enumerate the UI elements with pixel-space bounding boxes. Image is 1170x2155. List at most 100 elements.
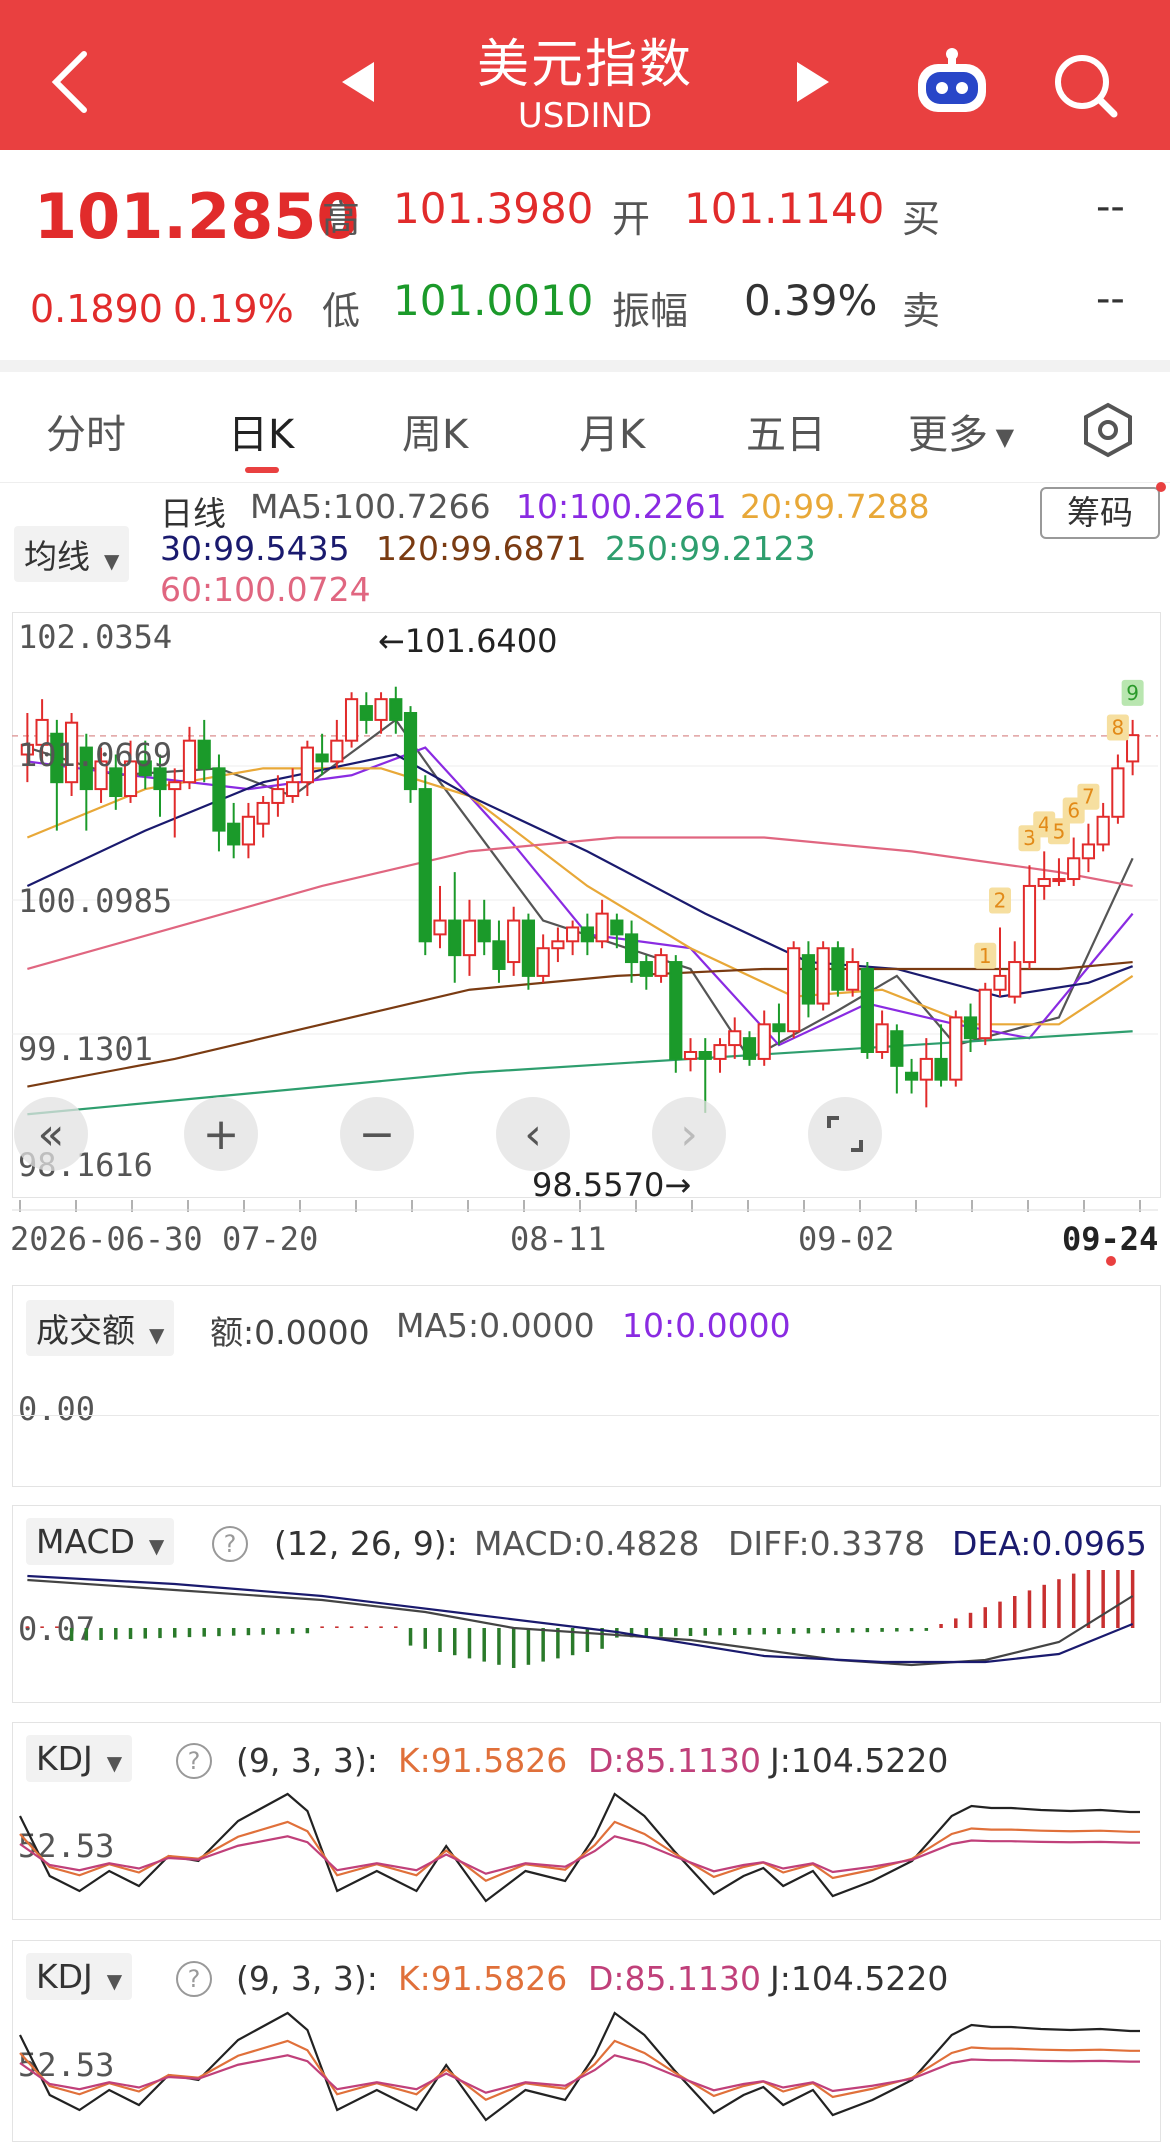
volume-type-dropdown[interactable]: 成交额 ▼ xyxy=(26,1300,175,1356)
macd-help-icon[interactable]: ? xyxy=(212,1526,248,1562)
kdj-chart-2 xyxy=(19,2011,1140,2122)
kdj-help-icon-2[interactable]: ? xyxy=(176,1961,212,1997)
dea-value: DEA:0.0965 xyxy=(952,1524,1147,1563)
candle-body xyxy=(801,954,816,1005)
kdj-j-value-2: J:104.5220 xyxy=(770,1959,949,1998)
candle-body xyxy=(197,739,211,770)
candle-body xyxy=(227,822,241,846)
kdj-k-line xyxy=(19,2039,1140,2102)
amplitude-label: 振幅 xyxy=(612,289,689,333)
fullscreen-icon xyxy=(827,1116,863,1152)
search-icon[interactable] xyxy=(1052,52,1120,124)
ma-line-ma250 xyxy=(27,1030,1133,1116)
candle-body xyxy=(580,926,594,943)
x-axis-label-3: 08-11 xyxy=(510,1220,607,1258)
macd-value: MACD:0.4828 xyxy=(474,1524,700,1563)
kdj-type-dropdown-2[interactable]: KDJ ▼ xyxy=(26,1953,133,2000)
section-divider xyxy=(0,360,1170,372)
candle-body xyxy=(448,919,462,957)
volume-gridline xyxy=(12,1415,1159,1416)
candle-body xyxy=(521,919,536,977)
tab-daily-k[interactable]: 日K xyxy=(228,402,294,460)
dropdown-arrow-icon: ▼ xyxy=(106,1751,123,1775)
next-triangle-icon[interactable] xyxy=(797,62,831,106)
tab-monthly-k[interactable]: 月K xyxy=(579,402,645,460)
candle-body xyxy=(403,711,418,791)
candle-body xyxy=(300,746,314,784)
candle-body xyxy=(1037,878,1051,887)
kdj-chart-1 xyxy=(19,1792,1140,1903)
ma-line-ma20 xyxy=(26,767,1134,1026)
candle-body xyxy=(1008,961,1022,998)
red-dot-badge xyxy=(1156,482,1166,492)
zoom-in-button[interactable]: + xyxy=(184,1097,258,1171)
candle-body xyxy=(890,1030,904,1067)
candle-body xyxy=(934,1057,948,1081)
candle-body xyxy=(846,961,860,991)
kdj-type-dropdown-1[interactable]: KDJ ▼ xyxy=(26,1735,133,1782)
kdj-j-line xyxy=(19,2011,1140,2122)
settings-hexagon-icon[interactable] xyxy=(1080,402,1136,462)
candle-body xyxy=(418,788,432,943)
kdj-help-icon-1[interactable]: ? xyxy=(176,1743,212,1779)
scroll-right-button[interactable]: › xyxy=(652,1097,726,1171)
kline-period-label: 日线 xyxy=(160,494,226,533)
open-value: 101.1140 xyxy=(684,184,885,233)
kdj-d-line xyxy=(19,1835,1140,1875)
ma-type-dropdown[interactable]: 均线 ▼ xyxy=(14,526,130,582)
ma10-value: 10:100.2261 xyxy=(516,487,727,526)
macd-type-label: MACD xyxy=(36,1522,135,1561)
candle-body xyxy=(212,767,226,832)
y-axis-label-4: 99.1301 xyxy=(18,1030,153,1068)
candle-body xyxy=(566,926,580,943)
active-tab-indicator xyxy=(245,467,279,473)
kdj-k-value-1: K:91.5826 xyxy=(398,1741,568,1780)
kdj-type-label-2: KDJ xyxy=(36,1957,93,1996)
td-marker-number: 1 xyxy=(979,944,992,968)
candle-body xyxy=(551,940,565,950)
scroll-left-button[interactable]: ‹ xyxy=(496,1097,570,1171)
tab-five-day[interactable]: 五日 xyxy=(746,402,826,460)
kdj-d-line xyxy=(19,2054,1140,2094)
buy-label: 买 xyxy=(902,197,941,241)
high-value: 101.3980 xyxy=(393,184,594,233)
candle-body xyxy=(1022,884,1037,964)
buy-value: -- xyxy=(1096,184,1125,230)
candle-body xyxy=(1096,815,1110,846)
dropdown-arrow-icon: ▼ xyxy=(104,549,120,573)
dropdown-arrow-icon: ▼ xyxy=(148,1534,165,1558)
td-marker-number: 8 xyxy=(1112,716,1125,740)
chip-distribution-button[interactable]: 筹码 xyxy=(1040,487,1160,539)
low-label: 低 xyxy=(322,289,361,333)
robot-assistant-icon[interactable] xyxy=(912,46,992,120)
page-title: 美元指数 xyxy=(476,35,693,95)
ma-type-label: 均线 xyxy=(24,537,90,576)
candle-body xyxy=(860,967,874,1053)
tab-weekly-k[interactable]: 周K xyxy=(402,402,468,460)
diff-line xyxy=(27,1578,1134,1667)
fullscreen-button[interactable] xyxy=(808,1097,882,1171)
tab-intraday[interactable]: 分时 xyxy=(46,402,126,460)
macd-chart xyxy=(25,1570,1135,1668)
candle-body xyxy=(374,698,388,721)
candle-body xyxy=(742,1037,757,1060)
candle-body xyxy=(757,1023,771,1060)
candle-body xyxy=(433,919,447,936)
sell-value: -- xyxy=(1096,276,1125,322)
candle-body xyxy=(359,705,373,721)
candle-body xyxy=(315,753,329,763)
candle-body xyxy=(993,974,1007,991)
candle-body xyxy=(904,1071,919,1081)
candle-body xyxy=(624,933,639,964)
candle-body xyxy=(919,1057,933,1081)
candle-body xyxy=(669,961,683,1060)
kdj-j-value-1: J:104.5220 xyxy=(770,1741,949,1780)
period-tabs: 分时 日K 周K 月K 五日 更多 ▼ xyxy=(0,372,1170,483)
zoom-out-button[interactable]: − xyxy=(340,1097,414,1171)
candle-body xyxy=(610,919,624,936)
high-label: 高 xyxy=(322,197,361,241)
scroll-left-fast-button[interactable]: « xyxy=(14,1097,88,1171)
tab-more[interactable]: 更多 ▼ xyxy=(908,402,1014,460)
candle-body xyxy=(1052,878,1066,883)
macd-type-dropdown[interactable]: MACD ▼ xyxy=(26,1518,175,1565)
